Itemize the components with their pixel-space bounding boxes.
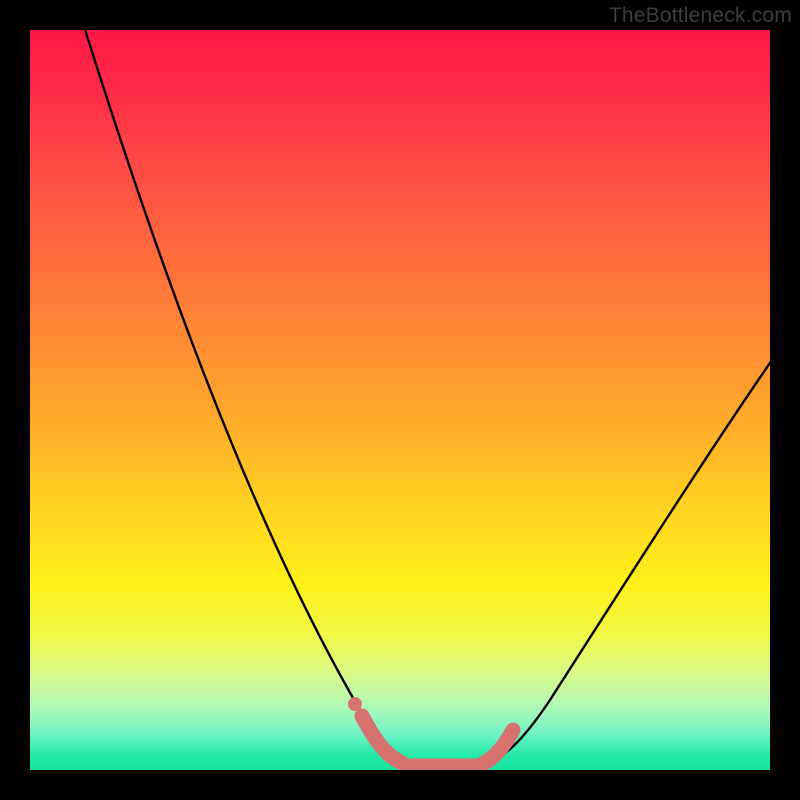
outer-frame: TheBottleneck.com <box>0 0 800 800</box>
watermark-text: TheBottleneck.com <box>609 4 792 28</box>
marker-dot <box>348 697 362 711</box>
marker-segment <box>362 716 402 763</box>
plot-area <box>30 30 770 770</box>
curve-layer <box>30 30 770 770</box>
marker-right <box>482 730 513 764</box>
v-curve-path <box>82 30 770 765</box>
